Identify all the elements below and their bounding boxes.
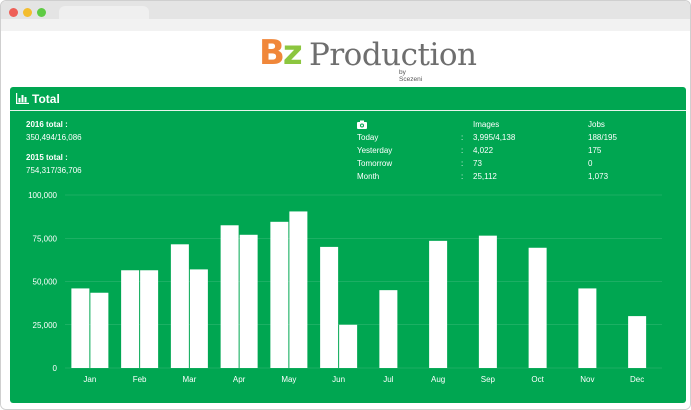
browser-titlebar <box>1 1 690 31</box>
logo-production: Production <box>309 37 477 73</box>
x-tick-label: Mar <box>182 375 196 384</box>
stats-row-jobs: 1,073 <box>588 172 609 181</box>
browser-toolbar <box>1 19 690 31</box>
stats-row-label: Today <box>357 133 379 142</box>
stats-row-jobs: 175 <box>588 146 602 155</box>
bar <box>220 225 239 368</box>
y-tick-label: 25,000 <box>33 321 58 330</box>
summary-2015-value: 754,317/36,706 <box>26 166 82 175</box>
logo-b: B <box>259 33 285 73</box>
x-tick-label: Feb <box>133 375 147 384</box>
x-tick-label: Jul <box>383 375 393 384</box>
x-tick-label: Jun <box>332 375 345 384</box>
bar <box>71 288 90 368</box>
x-tick-label: Aug <box>431 375 445 384</box>
panel-header: Total <box>10 87 686 111</box>
bar <box>429 240 448 368</box>
summary-2016-label: 2016 total : <box>26 120 68 129</box>
browser-window: Bz Production by Scezeni Total 2016 tota… <box>0 0 691 410</box>
bar <box>189 269 208 368</box>
x-tick-label: Apr <box>233 375 246 384</box>
bar <box>270 221 289 368</box>
stats-header-images: Images <box>473 120 500 129</box>
logo-z: z <box>282 33 303 73</box>
bar <box>289 211 308 368</box>
total-panel: Total 2016 total : 350,494/16,086 2015 t… <box>10 87 686 403</box>
y-tick-label: 50,000 <box>33 278 58 287</box>
bar <box>170 244 189 368</box>
page-content: Bz Production by Scezeni Total 2016 tota… <box>1 31 690 409</box>
y-tick-label: 0 <box>53 364 58 373</box>
summary-2016-value: 350,494/16,086 <box>26 133 82 142</box>
x-tick-label: Dec <box>630 375 644 384</box>
bar <box>320 246 339 368</box>
stats-row-sep: : <box>461 133 464 142</box>
minimize-window-button[interactable] <box>23 8 32 17</box>
bar <box>239 234 258 368</box>
bar <box>90 292 109 368</box>
bar <box>578 288 597 368</box>
maximize-window-button[interactable] <box>37 8 46 17</box>
bar <box>478 235 497 368</box>
logo-bz: Bz <box>259 33 303 73</box>
x-tick-label: Sep <box>481 375 496 384</box>
stats-row-images: 73 <box>473 159 482 168</box>
monthly-bar-chart: 0 25,000 50,000 75,000 100,000 Jan Feb Mar Apr Ma… <box>28 191 662 384</box>
stats-row-images: 3,995/4,138 <box>473 133 516 142</box>
stats-row-images: 25,112 <box>473 172 497 181</box>
bar <box>628 316 647 368</box>
camera-icon <box>357 120 367 129</box>
stats-row-label: Month <box>357 172 380 181</box>
browser-tab[interactable] <box>59 6 149 20</box>
stats-row-jobs: 0 <box>588 159 593 168</box>
bar <box>528 247 547 368</box>
stats-row-sep: : <box>461 159 464 168</box>
stats-row-sep: : <box>461 146 464 155</box>
stats-row-label: Yesterday <box>357 146 393 155</box>
x-tick-label: Oct <box>531 375 544 384</box>
close-window-button[interactable] <box>9 8 18 17</box>
x-tick-label: Nov <box>580 375 594 384</box>
stats-row-sep: : <box>461 172 464 181</box>
y-tick-label: 100,000 <box>28 191 57 200</box>
x-tick-label: May <box>281 375 296 384</box>
bar <box>379 290 398 368</box>
bar-chart-icon <box>16 93 29 104</box>
bar <box>121 270 140 368</box>
bar <box>339 324 358 368</box>
stats-row-images: 4,022 <box>473 146 494 155</box>
summary-2015-label: 2015 total : <box>26 153 68 162</box>
y-tick-label: 75,000 <box>33 234 58 243</box>
bar <box>140 270 159 368</box>
logo-byline: by Scezeni <box>399 69 423 83</box>
stats-row-jobs: 188/195 <box>588 133 617 142</box>
x-tick-label: Jan <box>83 375 96 384</box>
panel-title: Total <box>32 92 60 106</box>
stats-header-jobs: Jobs <box>588 120 605 129</box>
stats-row-label: Tomorrow <box>357 159 393 168</box>
